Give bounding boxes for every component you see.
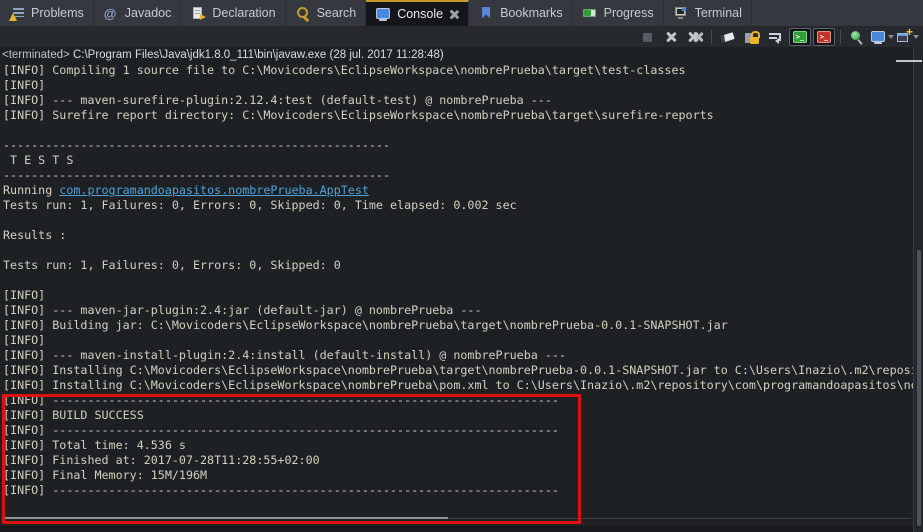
tab-progress[interactable]: Progress [573,0,664,26]
search-icon [295,6,311,22]
console-line: [INFO] [3,333,46,347]
tab-label: Search [316,6,357,20]
remove-all-icon [687,32,703,43]
console-icon [375,7,391,22]
tab-label: Terminal [694,6,742,20]
show-stdout-console-button[interactable]: >_ [789,28,811,46]
tab-label: Javadoc [124,6,172,20]
console-line: ----------------------------------------… [3,138,391,152]
scroll-lock-button[interactable] [741,28,763,46]
tab-terminal[interactable]: Terminal [664,0,752,26]
tab-bookmarks[interactable]: Bookmarks [469,0,573,26]
chevron-down-icon [913,35,919,39]
tab-label: Console [397,7,444,21]
tab-label: Progress [603,6,654,20]
console-line: [INFO] Installing C:\Movicoders\EclipseW… [3,378,913,392]
javadoc-icon [103,6,119,21]
console-line: [INFO] [3,78,46,92]
vertical-scrollbar-thumb[interactable] [917,250,921,526]
console-line: ----------------------------------------… [3,168,391,182]
clear-console-button[interactable] [717,28,739,46]
toolbar-separator [840,30,841,44]
remove-icon [666,32,677,43]
console-line: [INFO] Surefire report directory: C:\Mov… [3,108,714,122]
launch-path: C:\Program Files\Java\jdk1.8.0_111\bin\j… [69,49,444,61]
stop-icon [642,32,652,42]
chevron-down-icon [888,35,894,39]
new-console-icon: + [896,26,913,44]
console-line: Running com.programandoapasitos.nombrePr… [3,183,369,197]
close-icon[interactable] [449,9,459,19]
progress-icon [582,6,598,21]
display-selected-console-button[interactable] [870,28,894,46]
tab-console[interactable]: Console [366,0,470,26]
open-console-button[interactable]: + [896,26,919,46]
console-output-area: <terminated> C:\Program Files\Java\jdk1.… [0,47,913,532]
console-line: Tests run: 1, Failures: 0, Errors: 0, Sk… [3,198,517,212]
word-wrap-icon [768,30,784,44]
problems-icon [9,6,25,21]
stderr-console-icon: >_ [817,31,831,43]
tab-problems[interactable]: Problems [0,0,94,26]
console-line: [INFO] --- maven-surefire-plugin:2.12.4:… [3,93,552,107]
tab-label: Problems [31,6,84,20]
console-line: [INFO] Installing C:\Movicoders\EclipseW… [3,363,913,377]
declaration-icon [190,6,207,21]
console-line: [INFO] [3,288,46,302]
pin-console-button[interactable] [846,28,868,46]
toolbar-separator [711,30,712,44]
console-status-line: <terminated> C:\Program Files\Java\jdk1.… [0,47,913,63]
tab-label: Bookmarks [500,6,563,20]
bottom-edge [0,526,913,532]
eclipse-console-view: Problems Javadoc Declaration Search Cons… [0,0,923,532]
console-line: T E S T S [3,153,74,167]
console-line: [INFO] --- maven-install-plugin:2.4:inst… [3,348,566,362]
stdout-console-icon: >_ [793,31,807,43]
highlight-box [2,394,581,524]
vertical-scrollbar[interactable] [913,47,923,532]
eraser-icon [720,30,736,44]
console-line: [INFO] Compiling 1 source file to C:\Mov… [3,63,686,77]
show-stderr-console-button[interactable]: >_ [813,28,835,46]
view-tabbar: Problems Javadoc Declaration Search Cons… [0,0,923,27]
tab-label: Declaration [212,6,276,20]
word-wrap-button[interactable] [765,28,787,46]
lock-icon [744,30,760,45]
terminate-button[interactable] [636,28,658,46]
console-line: [INFO] Building jar: C:\Movicoders\Eclip… [3,318,728,332]
tab-search[interactable]: Search [286,0,367,26]
console-toolbar: >_ >_ + [0,26,923,47]
bookmark-icon [478,6,494,21]
pin-icon [849,30,865,45]
terminal-icon [673,6,689,21]
remove-launch-button[interactable] [660,28,682,46]
monitor-icon [870,30,886,45]
remove-all-terminated-button[interactable] [684,28,706,46]
console-line: Results : [3,228,67,242]
console-line: [INFO] --- maven-jar-plugin:2.4:jar (def… [3,303,482,317]
tab-declaration[interactable]: Declaration [181,0,286,26]
console-line: Tests run: 1, Failures: 0, Errors: 0, Sk… [3,258,341,272]
tab-javadoc[interactable]: Javadoc [94,0,182,26]
test-class-link[interactable]: com.programandoapasitos.nombrePrueba.App… [59,183,369,197]
terminated-label: <terminated> [2,49,70,61]
scrollbar-top-edge [896,60,922,62]
